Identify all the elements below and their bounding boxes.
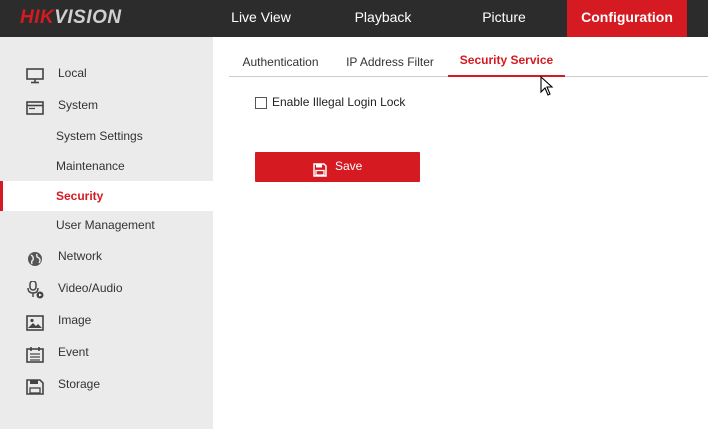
nav-picture[interactable]: Picture <box>456 0 552 37</box>
sidebar-item-label: User Management <box>56 218 155 232</box>
sidebar-item-security[interactable]: Security <box>0 181 213 211</box>
hikvision-logo: HIKVISION <box>20 7 122 29</box>
floppy-disk-icon <box>26 376 44 395</box>
sidebar-item-user-management[interactable]: User Management <box>0 210 213 240</box>
sidebar-item-storage[interactable]: Storage <box>0 369 213 399</box>
calendar-icon <box>26 344 44 363</box>
sidebar-item-system[interactable]: System <box>0 90 213 120</box>
sidebar-item-label: Local <box>58 66 87 80</box>
window-icon <box>26 97 44 115</box>
top-navigation-bar: HIKVISION Live View Playback Picture Con… <box>0 0 708 37</box>
sidebar-item-system-settings[interactable]: System Settings <box>0 121 213 151</box>
monitor-icon <box>26 65 44 84</box>
sidebar-item-label: Event <box>58 345 89 359</box>
sidebar-item-label: System <box>58 98 99 112</box>
sidebar-item-local[interactable]: Local <box>0 58 213 88</box>
sidebar-item-label: Image <box>58 313 92 327</box>
config-tabs: Authentication IP Address Filter Securit… <box>229 46 708 77</box>
save-button[interactable]: Save <box>255 152 420 182</box>
sidebar-item-event[interactable]: Event <box>0 337 213 367</box>
save-button-label: Save <box>335 159 363 173</box>
sidebar-item-label: Video/Audio <box>58 281 123 295</box>
floppy-disk-icon <box>313 159 327 177</box>
image-icon <box>26 312 44 331</box>
illegal-login-lock-label: Enable Illegal Login Lock <box>272 95 406 109</box>
sidebar-item-label: Security <box>56 189 104 203</box>
logo-text-hik: HIK <box>20 7 55 28</box>
tab-ip-address-filter[interactable]: IP Address Filter <box>332 46 448 77</box>
globe-icon <box>26 248 44 266</box>
tab-security-service[interactable]: Security Service <box>448 46 565 77</box>
nav-playback[interactable]: Playback <box>335 0 431 37</box>
sidebar-item-label: System Settings <box>56 129 143 143</box>
nav-live-view[interactable]: Live View <box>213 0 309 37</box>
sidebar-item-network[interactable]: Network <box>0 241 213 271</box>
logo-text-vision: VISION <box>54 7 122 28</box>
sidebar-item-label: Maintenance <box>56 159 125 173</box>
mouse-pointer-icon <box>540 75 554 96</box>
nav-configuration[interactable]: Configuration <box>567 0 687 37</box>
sidebar-item-label: Network <box>58 249 103 263</box>
sidebar-item-image[interactable]: Image <box>0 305 213 335</box>
illegal-login-lock-checkbox[interactable] <box>255 97 267 109</box>
sidebar-item-video-audio[interactable]: Video/Audio <box>0 273 213 303</box>
sidebar: Local System System Settings Maintenance… <box>0 37 213 429</box>
sidebar-item-label: Storage <box>58 377 101 391</box>
tab-authentication[interactable]: Authentication <box>229 46 332 77</box>
microphone-icon <box>26 280 44 299</box>
sidebar-item-maintenance[interactable]: Maintenance <box>0 151 213 181</box>
